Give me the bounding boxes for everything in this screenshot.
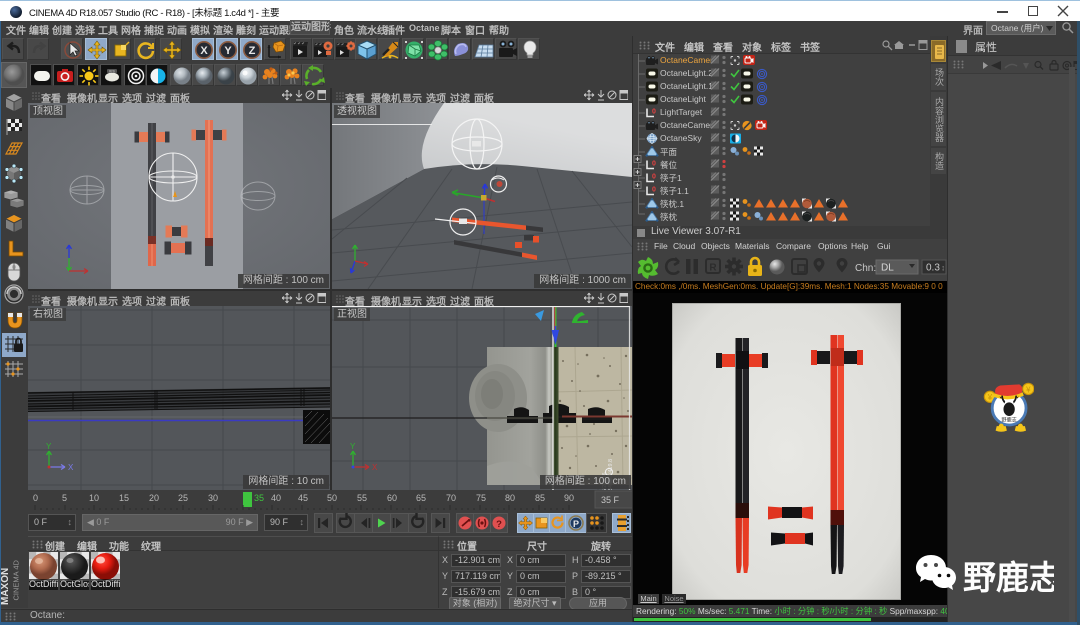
svg-text:10: 10: [89, 493, 99, 503]
svg-text:DL: DL: [881, 263, 894, 274]
svg-text:85: 85: [535, 493, 545, 503]
svg-text:45: 45: [298, 493, 308, 503]
svg-text:55: 55: [357, 493, 367, 503]
svg-text:5: 5: [62, 493, 67, 503]
svg-text:Y: Y: [46, 442, 52, 451]
svg-text:?: ?: [496, 519, 502, 530]
svg-text:X: X: [372, 463, 378, 472]
svg-text:50: 50: [327, 493, 337, 503]
svg-text:Z: Z: [249, 45, 256, 57]
svg-text:35 F: 35 F: [601, 495, 620, 505]
svg-text:野鹿志: 野鹿志: [1002, 417, 1017, 424]
svg-text:35: 35: [254, 493, 264, 503]
svg-text:15: 15: [119, 493, 129, 503]
svg-text:65: 65: [416, 493, 426, 503]
svg-text:X: X: [200, 45, 208, 57]
svg-text:野鹿志: 野鹿志: [963, 559, 1054, 596]
svg-text:X: X: [68, 463, 74, 472]
svg-text:Y: Y: [350, 442, 356, 451]
svg-text:R: R: [709, 263, 717, 274]
svg-text:80: 80: [505, 493, 515, 503]
svg-text:Y: Y: [224, 45, 232, 57]
svg-text:0: 0: [33, 493, 38, 503]
svg-text:IES: IES: [109, 70, 115, 74]
svg-text:25: 25: [178, 493, 188, 503]
svg-text:↕: ↕: [941, 264, 945, 273]
svg-text:40: 40: [271, 493, 281, 503]
svg-text:70: 70: [446, 493, 456, 503]
svg-text:20: 20: [149, 493, 159, 503]
svg-text:75: 75: [476, 493, 486, 503]
svg-text:P: P: [573, 519, 579, 529]
svg-text:Chn:: Chn:: [855, 263, 876, 274]
svg-text:0.3: 0.3: [926, 263, 940, 274]
svg-text:¥: ¥: [1026, 385, 1031, 394]
svg-text:90: 90: [564, 493, 574, 503]
svg-text:60: 60: [387, 493, 397, 503]
svg-text:30: 30: [208, 493, 218, 503]
svg-text:¥: ¥: [988, 393, 993, 402]
